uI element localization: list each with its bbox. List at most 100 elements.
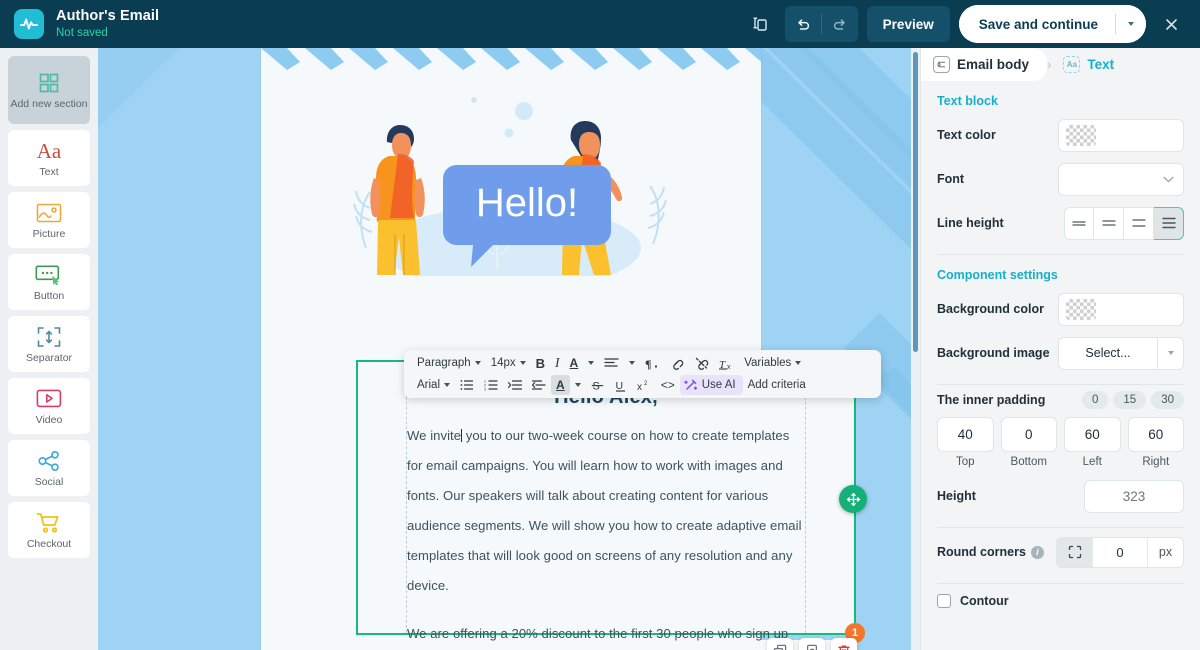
padding-top-cell: Top [937,417,994,468]
sidebar-item-video[interactable]: Video [8,378,90,434]
numbered-list-button[interactable]: 123 [479,375,503,395]
email-paragraph-1: We invite you to our two-week course on … [407,421,805,601]
highlight-color-button[interactable]: A [551,375,570,395]
background-image-select-button[interactable]: Select... [1058,336,1158,370]
breadcrumb: Email body › Aa Text [921,48,1200,81]
padding-right-cell: Right [1127,417,1184,468]
line-height-option-tight[interactable] [1064,206,1094,240]
sidebar-item-add-new-section[interactable]: Add new section [8,56,90,124]
font-size-label: 14px [490,357,516,369]
increase-indent-button[interactable] [503,375,527,395]
close-icon[interactable] [1154,7,1188,41]
duplicate-icon[interactable] [767,638,793,650]
italic-button[interactable]: I [550,353,565,373]
bulleted-list-button[interactable] [455,375,479,395]
font-select[interactable] [1058,162,1184,196]
row-text-color: Text color [937,115,1184,155]
sidebar-item-button[interactable]: Button [8,254,90,310]
info-icon[interactable]: i [1030,545,1044,559]
text-block-content[interactable]: Hello Alex, We invite you to our two-wee… [406,362,806,641]
chevron-down-icon [1163,170,1174,188]
use-ai-button[interactable]: Use AI [679,375,743,395]
sidebar-item-label: Add new section [10,97,88,110]
font-family-label: Arial [417,379,441,391]
paragraph-style-select[interactable]: Paragraph [412,353,486,373]
canvas-scrollbar-thumb[interactable] [913,52,918,352]
format-toolbar-row-2: Arial 123 A S U x 2 <> Use AI Add criter… [412,375,873,395]
move-arrows-icon[interactable] [839,485,867,513]
font-size-select[interactable]: 14px [486,353,531,373]
svg-text:x: x [727,364,731,370]
highlight-color-caret-icon[interactable] [570,375,586,395]
email-canvas[interactable]: Hello! Hello Alex, We invite you to our … [98,48,920,650]
video-play-icon [36,387,62,411]
breadcrumb-email-body[interactable]: Email body [921,48,1048,81]
sidebar-item-text[interactable]: Aa Text [8,130,90,186]
text-color-button[interactable]: A [565,353,584,373]
save-and-continue-button[interactable]: Save and continue [958,5,1115,43]
decrease-indent-button[interactable] [527,375,551,395]
use-ai-label: Use AI [701,379,736,391]
padding-top-input[interactable] [937,417,994,452]
trash-icon[interactable] [831,638,857,650]
variables-select[interactable]: Variables [739,353,806,373]
sidebar-item-separator[interactable]: Separator [8,316,90,372]
text-aa-icon: Aa [1063,56,1081,73]
line-height-option-loose[interactable] [1154,206,1184,240]
padding-bottom-input[interactable] [1000,417,1057,452]
superscript-button[interactable]: x2 [632,375,656,395]
sidebar-item-label: Text [39,165,59,178]
selected-text-block[interactable]: Hello Alex, We invite you to our two-wee… [356,360,865,643]
editor-body: Add new section Aa Text Picture Button S… [0,48,1200,650]
undo-icon[interactable] [785,6,821,42]
height-input[interactable] [1084,479,1184,513]
settings-scroll-area: Text block Text color Font Line height C… [921,81,1200,650]
email-body-icon [933,56,950,73]
chevron-down-icon[interactable] [1158,336,1184,370]
padding-left-input[interactable] [1064,417,1121,452]
text-color-picker[interactable] [1058,118,1184,152]
sidebar-item-checkout[interactable]: Checkout [8,502,90,558]
redo-icon[interactable] [822,6,858,42]
padding-preset-15[interactable]: 15 [1113,391,1147,409]
remove-link-button[interactable] [689,353,714,373]
padding-preset-0[interactable]: 0 [1082,391,1109,409]
add-criteria-button[interactable]: Add criteria [743,375,811,395]
strikethrough-button[interactable]: S [586,375,609,395]
text-color-caret-icon[interactable] [583,353,599,373]
breadcrumb-text[interactable]: Aa Text [1051,48,1125,81]
padding-preset-30[interactable]: 30 [1151,391,1184,409]
copy-paste-icon[interactable] [743,7,777,41]
paragraph-style-label: Paragraph [417,357,471,369]
hero-illustration[interactable]: Hello! [261,48,761,276]
save-block-icon[interactable] [799,638,825,650]
contour-checkbox[interactable] [937,594,951,608]
settings-panel: Email body › Aa Text Text block Text col… [920,48,1200,650]
save-and-continue-group: Save and continue [958,5,1146,43]
align-button[interactable] [599,353,624,373]
preview-button[interactable]: Preview [866,6,950,42]
insert-link-button[interactable] [664,353,689,373]
round-corners-value[interactable]: 0 [1092,537,1147,567]
divider [937,583,1184,584]
svg-text:S: S [592,380,599,392]
paragraph-direction-button[interactable]: ¶ [640,353,664,373]
font-family-select[interactable]: Arial [412,375,455,395]
underline-button[interactable]: U [609,375,632,395]
canvas-scrollbar-track[interactable] [911,48,920,650]
padding-inputs-grid: Top Bottom Left Right [937,417,1184,468]
source-code-button[interactable]: <> [656,375,680,395]
clear-formatting-button[interactable]: Tx [714,353,739,373]
chevron-down-icon[interactable] [1116,5,1146,43]
padding-right-input[interactable] [1127,417,1184,452]
background-color-picker[interactable] [1058,292,1184,326]
align-caret-icon[interactable] [624,353,640,373]
bold-button[interactable]: B [531,353,550,373]
save-status: Not saved [56,26,108,39]
sidebar-item-social[interactable]: Social [8,440,90,496]
pulse-logo-icon[interactable] [14,9,44,39]
sidebar-item-picture[interactable]: Picture [8,192,90,248]
corners-icon[interactable] [1057,537,1092,567]
line-height-option-normal[interactable] [1124,206,1154,240]
line-height-option-snug[interactable] [1094,206,1124,240]
